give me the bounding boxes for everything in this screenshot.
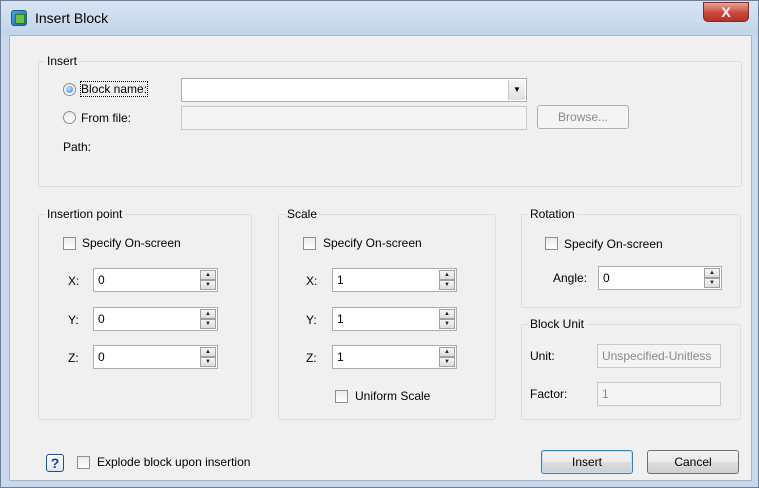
scale-x-label: X: — [306, 274, 318, 288]
spin-down-icon[interactable]: ▼ — [704, 278, 720, 288]
close-button[interactable]: X — [703, 2, 749, 22]
unit-value: Unspecified-Unitless — [602, 349, 712, 363]
scale-z-field[interactable]: 1 ▲ ▼ — [332, 345, 457, 369]
from-file-field — [181, 106, 527, 130]
dialog-body: Insert Block name: ▼ From file: Browse..… — [9, 35, 752, 481]
angle-spinner[interactable]: ▲ ▼ — [704, 268, 720, 288]
chevron-down-icon[interactable]: ▼ — [508, 80, 525, 100]
spin-down-icon[interactable]: ▼ — [439, 357, 455, 367]
factor-field: 1 — [597, 382, 721, 406]
scale-x-field[interactable]: 1 ▲ ▼ — [332, 268, 457, 292]
rotation-group: Rotation — [521, 207, 741, 308]
from-file-radio[interactable] — [63, 111, 76, 124]
path-label: Path: — [63, 140, 92, 154]
insertion-x-field[interactable]: 0 ▲ ▼ — [93, 268, 218, 292]
scale-x-value: 1 — [337, 273, 344, 287]
insertion-x-value: 0 — [98, 273, 105, 287]
scale-z-label: Z: — [306, 351, 317, 365]
spin-down-icon[interactable]: ▼ — [439, 280, 455, 290]
block-name-combobox[interactable]: ▼ — [181, 78, 527, 102]
insertion-y-field[interactable]: 0 ▲ ▼ — [93, 307, 218, 331]
scale-specify-label[interactable]: Specify On-screen — [323, 236, 422, 250]
help-icon[interactable]: ? — [46, 454, 64, 472]
factor-value: 1 — [602, 387, 609, 401]
insertion-z-spinner[interactable]: ▲ ▼ — [200, 347, 216, 367]
spin-down-icon[interactable]: ▼ — [200, 319, 216, 329]
spin-up-icon[interactable]: ▲ — [439, 270, 455, 280]
spin-down-icon[interactable]: ▼ — [200, 357, 216, 367]
unit-field: Unspecified-Unitless — [597, 344, 721, 368]
spin-up-icon[interactable]: ▲ — [704, 268, 720, 278]
spin-down-icon[interactable]: ▼ — [439, 319, 455, 329]
block-name-label[interactable]: Block name: — [79, 81, 149, 97]
factor-label: Factor: — [530, 387, 568, 401]
unit-label: Unit: — [530, 349, 555, 363]
explode-checkbox[interactable] — [77, 456, 90, 469]
insertion-y-spinner[interactable]: ▲ ▼ — [200, 309, 216, 329]
rotation-group-title: Rotation — [528, 207, 577, 221]
insertion-point-group-title: Insertion point — [45, 207, 125, 221]
spin-up-icon[interactable]: ▲ — [439, 309, 455, 319]
insertion-x-label: X: — [68, 274, 80, 288]
scale-group-title: Scale — [285, 207, 320, 221]
angle-field[interactable]: 0 ▲ ▼ — [598, 266, 722, 290]
insertion-z-value: 0 — [98, 350, 105, 364]
scale-y-field[interactable]: 1 ▲ ▼ — [332, 307, 457, 331]
scale-y-value: 1 — [337, 312, 344, 326]
from-file-label[interactable]: From file: — [81, 111, 131, 125]
explode-label[interactable]: Explode block upon insertion — [97, 455, 250, 469]
angle-label: Angle: — [553, 271, 588, 285]
spin-up-icon[interactable]: ▲ — [200, 270, 216, 280]
spin-up-icon[interactable]: ▲ — [200, 347, 216, 357]
scale-y-label: Y: — [306, 313, 317, 327]
insertion-z-label: Z: — [68, 351, 79, 365]
block-name-radio[interactable] — [63, 83, 76, 96]
browse-button[interactable]: Browse... — [537, 105, 629, 129]
insertion-y-value: 0 — [98, 312, 105, 326]
title-bar[interactable]: Insert Block X — [1, 1, 758, 35]
uniform-scale-checkbox[interactable] — [335, 390, 348, 403]
insert-block-dialog: Insert Block X Insert Block name: ▼ From… — [0, 0, 759, 488]
rotation-specify-label[interactable]: Specify On-screen — [564, 237, 663, 251]
app-icon — [11, 10, 27, 26]
insertion-z-field[interactable]: 0 ▲ ▼ — [93, 345, 218, 369]
insertion-x-spinner[interactable]: ▲ ▼ — [200, 270, 216, 290]
spin-down-icon[interactable]: ▼ — [200, 280, 216, 290]
scale-z-value: 1 — [337, 350, 344, 364]
rotation-specify-checkbox[interactable] — [545, 237, 558, 250]
scale-specify-checkbox[interactable] — [303, 237, 316, 250]
uniform-scale-label[interactable]: Uniform Scale — [355, 389, 430, 403]
scale-x-spinner[interactable]: ▲ ▼ — [439, 270, 455, 290]
window-title: Insert Block — [35, 10, 109, 26]
cancel-button[interactable]: Cancel — [647, 450, 739, 474]
insertion-specify-label[interactable]: Specify On-screen — [82, 236, 181, 250]
scale-z-spinner[interactable]: ▲ ▼ — [439, 347, 455, 367]
spin-up-icon[interactable]: ▲ — [200, 309, 216, 319]
insert-button[interactable]: Insert — [541, 450, 633, 474]
angle-value: 0 — [603, 271, 610, 285]
insert-group-title: Insert — [45, 54, 80, 68]
insertion-specify-checkbox[interactable] — [63, 237, 76, 250]
block-unit-group-title: Block Unit — [528, 317, 587, 331]
insertion-y-label: Y: — [68, 313, 79, 327]
scale-y-spinner[interactable]: ▲ ▼ — [439, 309, 455, 329]
spin-up-icon[interactable]: ▲ — [439, 347, 455, 357]
